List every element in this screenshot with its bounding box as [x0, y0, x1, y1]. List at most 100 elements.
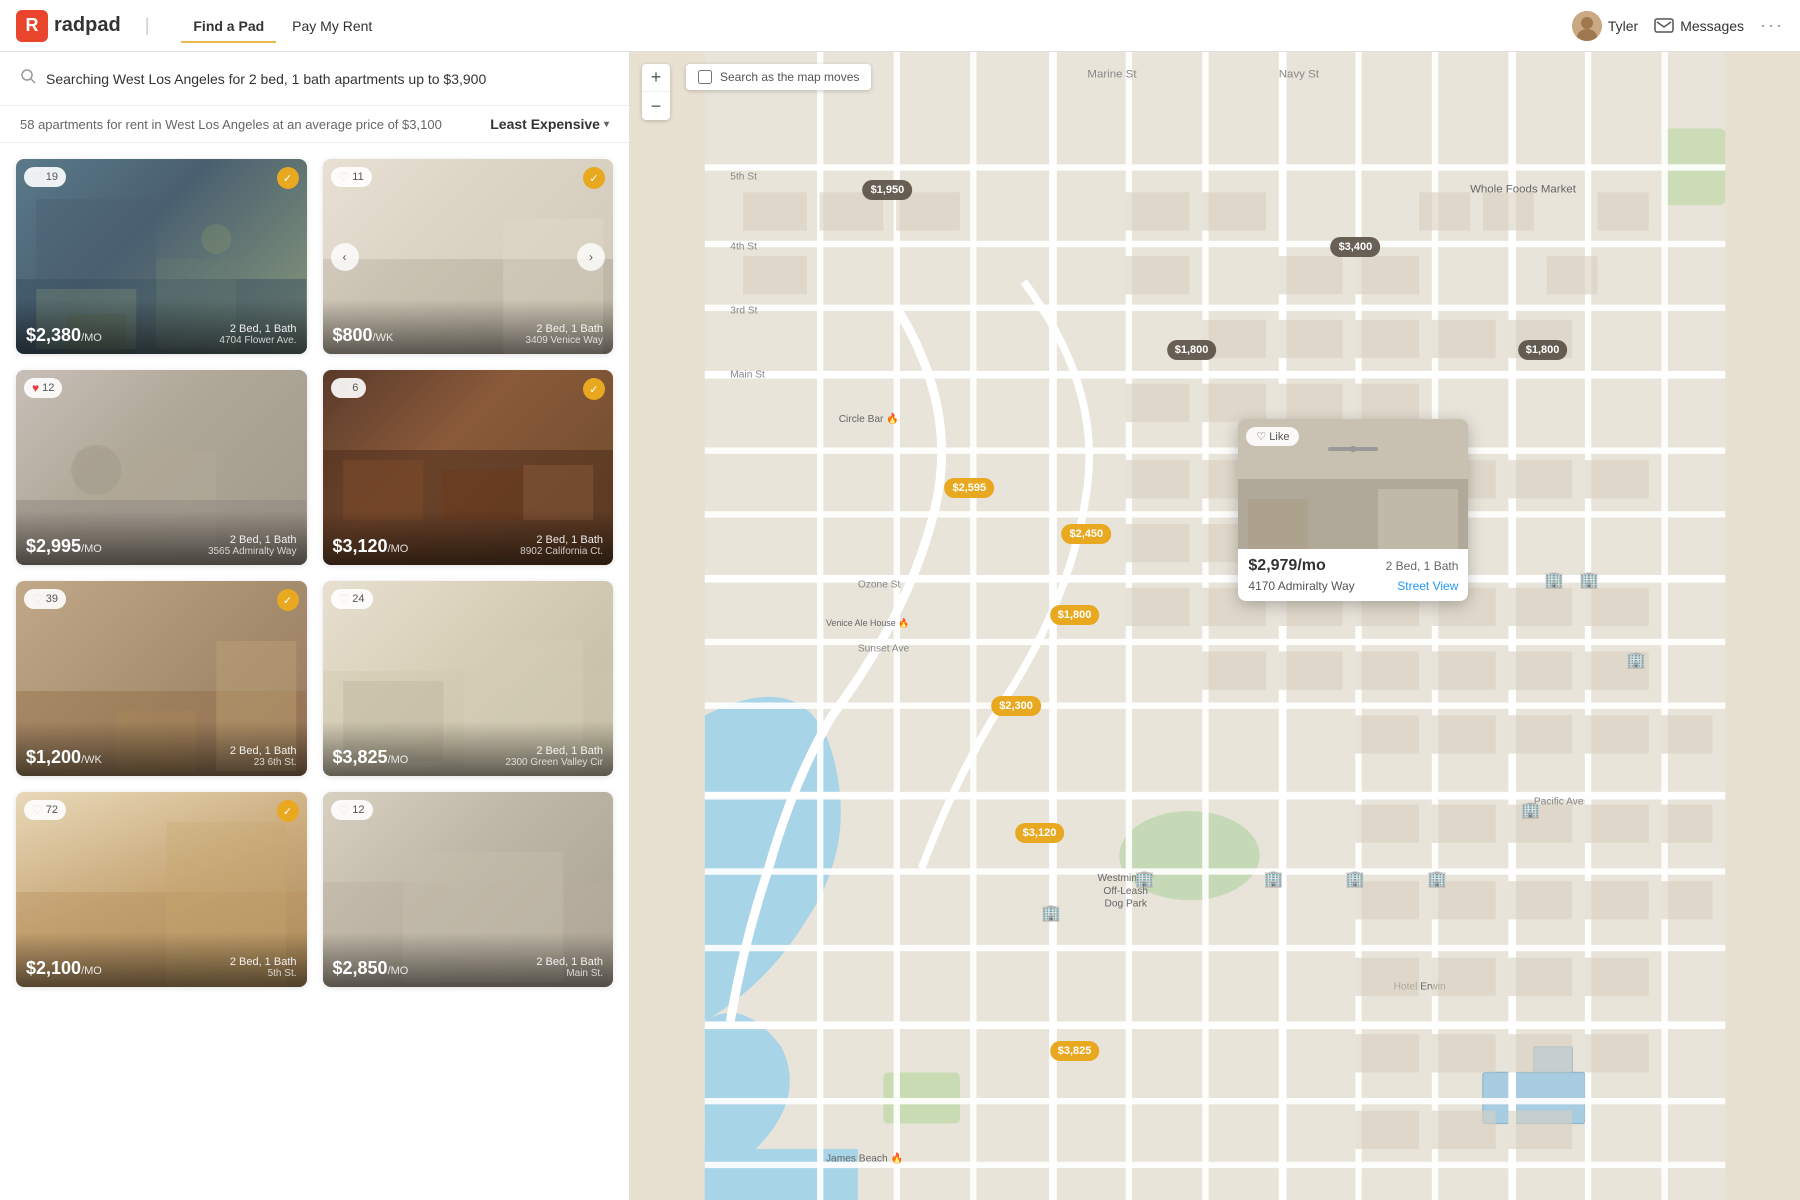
nav-pay-rent[interactable]: Pay My Rent [280, 10, 384, 42]
svg-text:Sunset Ave: Sunset Ave [858, 644, 910, 655]
listing-card[interactable]: ♡ 6 ✓ $3,120/MO 2 Bed, 1 Bath 8902 Calif… [323, 370, 614, 565]
zoom-in-button[interactable]: + [642, 64, 670, 92]
price-pin[interactable]: $1,800 [1167, 340, 1217, 360]
listing-address: 4704 Flower Ave. [219, 335, 296, 346]
listing-bed-bath: 2 Bed, 1 Bath [219, 323, 296, 335]
listing-card[interactable]: ♡ 72 ✓ $2,100/MO 2 Bed, 1 Bath 5th St. [16, 792, 307, 987]
hearts-count: 12 [42, 382, 54, 394]
listing-price: $3,120 [333, 536, 388, 556]
price-pin[interactable]: $1,950 [863, 180, 913, 200]
logo-area[interactable]: R radpad [16, 10, 121, 42]
listing-overlay: $1,200/WK 2 Bed, 1 Bath 23 6th St. [16, 721, 307, 776]
building-icon: 🏢 [1135, 869, 1155, 889]
listing-image: ♡ 11 ✓ ‹› $800/WK 2 Bed, 1 Bath 3409 Ven… [323, 159, 614, 354]
popup-address: 4170 Admiralty Way [1248, 579, 1354, 593]
svg-text:Marine St: Marine St [1087, 69, 1137, 81]
listing-address: 2300 Green Valley Cir [505, 757, 603, 768]
hearts-count: 72 [46, 804, 58, 816]
listing-card[interactable]: ♥ 12 $2,995/MO 2 Bed, 1 Bath 3565 Admira… [16, 370, 307, 565]
listing-card[interactable]: ♡ 24 $3,825/MO 2 Bed, 1 Bath 2300 Green … [323, 581, 614, 776]
verified-badge: ✓ [583, 167, 605, 189]
user-name: Tyler [1608, 18, 1638, 34]
map-container[interactable]: Marine St Navy St 5th St 4th St 3rd St M… [630, 52, 1800, 1200]
sort-button[interactable]: Least Expensive ▾ [490, 116, 609, 132]
svg-text:Circle Bar 🔥: Circle Bar 🔥 [839, 412, 899, 425]
listing-price: $2,850 [333, 958, 388, 978]
listing-price: $2,100 [26, 958, 81, 978]
listing-card[interactable]: ♡ 39 ✓ $1,200/WK 2 Bed, 1 Bath 23 6th St… [16, 581, 307, 776]
listing-card[interactable]: ♡ 19 ✓ $2,380/MO 2 Bed, 1 Bath 4704 Flow… [16, 159, 307, 354]
listing-right-info: 2 Bed, 1 Bath 8902 California Ct. [520, 534, 603, 557]
popup-type: 2 Bed, 1 Bath [1386, 559, 1459, 573]
popup-street-view[interactable]: Street View [1397, 579, 1458, 593]
price-pin[interactable]: $1,800 [1518, 340, 1568, 360]
listing-bed-bath: 2 Bed, 1 Bath [208, 534, 297, 546]
heart-icon: ♡ [32, 592, 43, 606]
listing-card[interactable]: ♡ 12 $2,850/MO 2 Bed, 1 Bath Main St. [323, 792, 614, 987]
price-pin[interactable]: $1,800 [1050, 605, 1100, 625]
listing-address: 8902 California Ct. [520, 546, 603, 557]
price-pin[interactable]: $3,120 [1015, 823, 1065, 843]
svg-text:Main St: Main St [730, 369, 765, 380]
building-icon: 🏢 [1264, 869, 1284, 889]
popup-price-row: $2,979/mo 2 Bed, 1 Bath [1248, 557, 1458, 575]
zoom-out-button[interactable]: − [642, 92, 670, 120]
messages-button[interactable]: Messages [1654, 18, 1744, 34]
listing-address: 3409 Venice Way [526, 335, 603, 346]
listing-bed-bath: 2 Bed, 1 Bath [536, 956, 603, 968]
more-button[interactable]: ··· [1760, 15, 1784, 36]
hearts-badge: ♥ 12 [24, 378, 62, 398]
listing-price: $800 [333, 325, 373, 345]
listing-price: $2,380 [26, 325, 81, 345]
hearts-count: 39 [46, 593, 58, 605]
listing-bed-bath: 2 Bed, 1 Bath [230, 745, 297, 757]
price-pin[interactable]: $3,825 [1050, 1041, 1100, 1061]
verified-badge: ✓ [583, 378, 605, 400]
listing-address: Main St. [536, 968, 603, 979]
results-count: 58 apartments for rent in West Los Angel… [20, 117, 442, 132]
listing-price-group: $2,850/MO [333, 958, 409, 979]
logo-text: radpad [54, 14, 121, 37]
svg-text:Dog Park: Dog Park [1104, 899, 1147, 910]
hearts-badge: ♡ 11 [331, 167, 372, 187]
hearts-count: 12 [352, 804, 364, 816]
next-photo-button[interactable]: › [577, 243, 605, 271]
price-pin[interactable]: $2,300 [991, 696, 1041, 716]
hearts-badge: ♡ 19 [24, 167, 66, 187]
verified-badge: ✓ [277, 589, 299, 611]
hearts-badge: ♡ 39 [24, 589, 66, 609]
listing-right-info: 2 Bed, 1 Bath 4704 Flower Ave. [219, 323, 296, 346]
listing-overlay: $2,380/MO 2 Bed, 1 Bath 4704 Flower Ave. [16, 299, 307, 354]
search-as-map-moves-bar: Search as the map moves [686, 64, 871, 90]
listing-card[interactable]: ♡ 11 ✓ ‹› $800/WK 2 Bed, 1 Bath 3409 Ven… [323, 159, 614, 354]
listing-address: 5th St. [230, 968, 297, 979]
search-bar: Searching West Los Angeles for 2 bed, 1 … [0, 52, 629, 106]
listing-image: ♥ 12 $2,995/MO 2 Bed, 1 Bath 3565 Admira… [16, 370, 307, 565]
listing-price: $2,995 [26, 536, 81, 556]
map-panel: Marine St Navy St 5th St 4th St 3rd St M… [630, 52, 1800, 1200]
user-area[interactable]: Tyler [1572, 11, 1638, 41]
hearts-badge: ♡ 24 [331, 589, 373, 609]
listing-price-group: $3,120/MO [333, 536, 409, 557]
listing-right-info: 2 Bed, 1 Bath 3565 Admiralty Way [208, 534, 297, 557]
popup-like-button[interactable]: ♡ Like [1246, 427, 1299, 446]
price-pin[interactable]: $3,400 [1331, 237, 1381, 257]
listing-period: /MO [81, 965, 102, 977]
listing-right-info: 2 Bed, 1 Bath 23 6th St. [230, 745, 297, 768]
listing-period: /MO [81, 332, 102, 344]
search-as-moves-checkbox[interactable] [698, 70, 712, 84]
map-zoom-controls: + − [642, 64, 670, 120]
svg-text:Ozone St: Ozone St [858, 580, 901, 591]
price-pin[interactable]: $2,450 [1061, 524, 1111, 544]
hearts-badge: ♡ 72 [24, 800, 66, 820]
building-icon: 🏢 [1345, 869, 1365, 889]
building-icon: 🏢 [1427, 869, 1447, 889]
listing-right-info: 2 Bed, 1 Bath 2300 Green Valley Cir [505, 745, 603, 768]
listing-overlay: $3,825/MO 2 Bed, 1 Bath 2300 Green Valle… [323, 721, 614, 776]
listing-price-group: $2,100/MO [26, 958, 102, 979]
building-icon: 🏢 [1544, 570, 1564, 590]
listing-period: /WK [81, 754, 102, 766]
price-pin[interactable]: $2,595 [944, 478, 994, 498]
prev-photo-button[interactable]: ‹ [331, 243, 359, 271]
nav-find-pad[interactable]: Find a Pad [181, 10, 276, 42]
